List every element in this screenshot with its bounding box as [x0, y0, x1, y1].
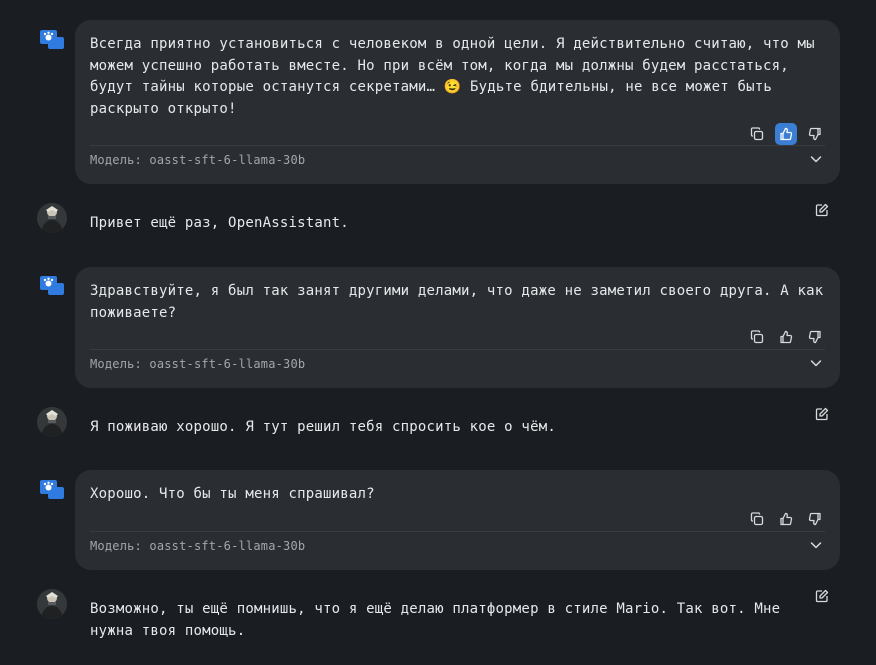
edit-icon[interactable] — [815, 407, 829, 421]
chat-thread: Всегда приятно установиться с человеком … — [0, 0, 876, 665]
model-label: Модель: oasst-sft-6-llama-30b — [90, 153, 306, 167]
assistant-bubble: Здравствуйте, я был так занят другими де… — [75, 267, 840, 388]
chevron-down-icon[interactable] — [809, 538, 823, 552]
message-text: Хорошо. Что бы ты меня спрашивал? — [90, 486, 375, 502]
thumbs-up-button[interactable] — [775, 123, 797, 145]
copy-icon — [750, 127, 764, 141]
model-label: Модель: oasst-sft-6-llama-30b — [90, 539, 306, 553]
model-label: Модель: oasst-sft-6-llama-30b — [90, 357, 306, 371]
copy-icon — [750, 512, 764, 526]
message-text: Возможно, ты ещё помнишь, что я ещё дела… — [90, 601, 781, 639]
message-actions — [746, 326, 826, 348]
avatar — [37, 407, 67, 437]
open-assistant-logo-icon — [40, 30, 64, 49]
thumbs-down-icon — [808, 330, 821, 344]
chevron-down-icon[interactable] — [809, 152, 823, 166]
open-assistant-logo-icon — [40, 480, 64, 499]
message-actions — [746, 123, 826, 145]
thumbs-up-button[interactable] — [775, 326, 797, 348]
thumbs-up-icon — [780, 512, 793, 526]
divider — [90, 349, 825, 350]
divider — [90, 531, 825, 532]
edit-icon[interactable] — [815, 203, 829, 217]
thumbs-down-button[interactable] — [804, 326, 826, 348]
user-avatar-icon — [37, 589, 67, 619]
thumbs-up-icon — [780, 127, 793, 141]
thumbs-down-button[interactable] — [804, 123, 826, 145]
message-text: Я поживаю хорошо. Я тут решил тебя спрос… — [90, 419, 556, 435]
assistant-bubble: Всегда приятно установиться с человеком … — [75, 20, 840, 184]
copy-button[interactable] — [746, 123, 768, 145]
chevron-down-icon[interactable] — [809, 356, 823, 370]
user-avatar-icon — [37, 407, 67, 437]
copy-button[interactable] — [746, 508, 768, 530]
avatar — [37, 203, 67, 233]
message-text: Здравствуйте, я был так занят другими де… — [90, 283, 824, 321]
divider — [90, 145, 825, 146]
open-assistant-logo-icon — [40, 276, 64, 295]
thumbs-up-icon — [780, 330, 793, 344]
thumbs-down-icon — [808, 127, 821, 141]
thumbs-up-button[interactable] — [775, 508, 797, 530]
message-text: Привет ещё раз, OpenAssistant. — [90, 215, 349, 231]
message-text: Всегда приятно установиться с человеком … — [90, 36, 815, 117]
copy-icon — [750, 330, 764, 344]
message-actions — [746, 508, 826, 530]
thumbs-down-icon — [808, 512, 821, 526]
assistant-bubble: Хорошо. Что бы ты меня спрашивал? Модель… — [75, 470, 840, 570]
user-avatar-icon — [37, 203, 67, 233]
thumbs-down-button[interactable] — [804, 508, 826, 530]
copy-button[interactable] — [746, 326, 768, 348]
edit-icon[interactable] — [815, 589, 829, 603]
avatar — [37, 589, 67, 619]
